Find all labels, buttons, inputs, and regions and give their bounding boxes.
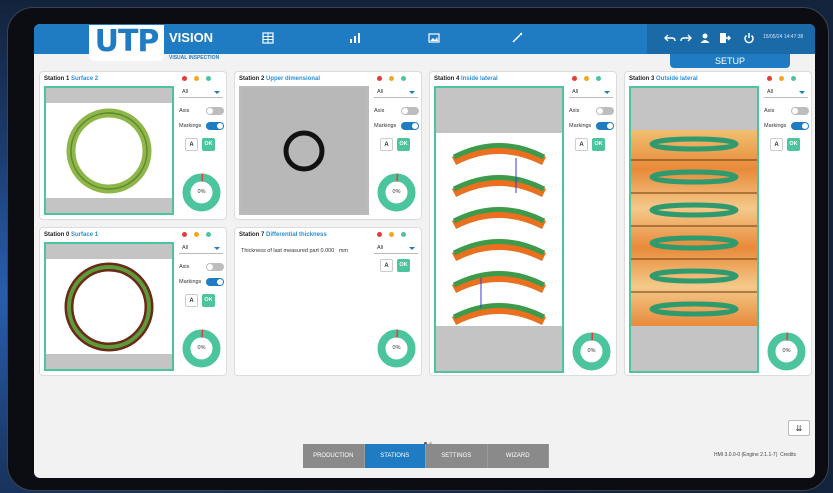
a-button[interactable]: A xyxy=(770,138,783,151)
filter-select[interactable]: All xyxy=(374,87,418,98)
a-button[interactable]: A xyxy=(185,294,198,307)
station-title: Station 4 Inside lateral xyxy=(434,76,498,82)
station-image[interactable] xyxy=(44,86,174,215)
ok-button[interactable]: OK xyxy=(202,294,215,307)
station-image[interactable] xyxy=(434,86,564,373)
chart-icon[interactable] xyxy=(348,32,362,46)
image-icon[interactable] xyxy=(427,32,441,46)
thickness-readout: Thickness of last measured part 0.000 mm xyxy=(241,248,349,254)
ok-button[interactable]: OK xyxy=(397,138,410,151)
filter-select[interactable]: All xyxy=(179,87,223,98)
user-icon[interactable] xyxy=(698,32,712,46)
progress-donut: 0% xyxy=(181,328,222,369)
station-card-4: Station 4 Inside lateral All Axis Markin… xyxy=(429,71,617,376)
a-button[interactable]: A xyxy=(380,138,393,151)
status-dots xyxy=(182,76,218,82)
status-dots xyxy=(572,76,608,82)
axis-label: Axis xyxy=(569,108,580,114)
filter-select[interactable]: All xyxy=(569,87,613,98)
a-button[interactable]: A xyxy=(380,259,393,272)
logo-mark: UTP xyxy=(89,25,164,61)
a-button[interactable]: A xyxy=(185,138,198,151)
ok-button[interactable]: OK xyxy=(202,138,215,151)
station-card-0: Station 0 Surface 1 All Axis Markings A … xyxy=(39,227,227,376)
logo-brand: VISION xyxy=(169,30,214,45)
markings-toggle[interactable] xyxy=(596,122,614,130)
status-dots xyxy=(182,232,218,238)
tab-wizard[interactable]: WIZARD xyxy=(487,444,549,468)
datetime: 15/05/24 14:47:38 xyxy=(763,34,804,40)
markings-label: Markings xyxy=(179,279,202,285)
axis-toggle[interactable] xyxy=(206,107,224,115)
progress-donut: 0% xyxy=(766,331,807,372)
axis-label: Axis xyxy=(764,108,775,114)
markings-label: Markings xyxy=(374,123,397,129)
station-title: Station 7 Differential thickness xyxy=(239,232,327,238)
station-card-7: Station 7 Differential thickness Thickne… xyxy=(234,227,422,376)
markings-label: Markings xyxy=(569,123,592,129)
logo-subtitle: VISUAL INSPECTION xyxy=(169,55,220,61)
axis-label: Axis xyxy=(179,264,190,270)
filter-select[interactable]: All xyxy=(374,243,418,254)
status-dots xyxy=(377,232,413,238)
markings-toggle[interactable] xyxy=(791,122,809,130)
wand-icon[interactable] xyxy=(510,32,524,46)
station-image[interactable] xyxy=(44,242,174,371)
progress-donut: 0% xyxy=(181,172,222,213)
station-image[interactable] xyxy=(239,86,369,215)
filter-select[interactable]: All xyxy=(764,87,808,98)
logo: UTP VISION VISUAL INSPECTION xyxy=(89,25,219,61)
axis-toggle[interactable] xyxy=(401,107,419,115)
bottom-tabs: PRODUCTION STATIONS SETTINGS WIZARD xyxy=(303,444,549,468)
ok-button[interactable]: OK xyxy=(397,259,410,272)
axis-label: Axis xyxy=(179,108,190,114)
markings-toggle[interactable] xyxy=(206,278,224,286)
setup-label[interactable]: SETUP xyxy=(670,54,790,68)
markings-toggle[interactable] xyxy=(401,122,419,130)
axis-toggle[interactable] xyxy=(206,263,224,271)
station-title: Station 3 Outside lateral xyxy=(629,76,698,82)
table-icon[interactable] xyxy=(261,32,275,46)
tab-stations[interactable]: STATIONS xyxy=(364,444,426,468)
station-title: Station 1 Surface 2 xyxy=(44,76,99,82)
station-card-2: Station 2 Upper dimensional All Axis Mar… xyxy=(234,71,422,220)
axis-label: Axis xyxy=(374,108,385,114)
tab-production[interactable]: PRODUCTION xyxy=(303,444,365,468)
markings-label: Markings xyxy=(764,123,787,129)
progress-donut: 0% xyxy=(571,331,612,372)
station-image[interactable] xyxy=(629,86,759,373)
tab-settings[interactable]: SETTINGS xyxy=(426,444,488,468)
credits-link[interactable]: Credits xyxy=(780,452,796,458)
ok-button[interactable]: OK xyxy=(592,138,605,151)
redo-icon[interactable] xyxy=(679,32,693,46)
undo-icon[interactable] xyxy=(663,32,677,46)
logout-icon[interactable] xyxy=(718,32,732,46)
markings-toggle[interactable] xyxy=(206,122,224,130)
ok-button[interactable]: OK xyxy=(787,138,800,151)
axis-toggle[interactable] xyxy=(596,107,614,115)
progress-donut: 0% xyxy=(376,172,417,213)
station-title: Station 2 Upper dimensional xyxy=(239,76,321,82)
power-icon[interactable] xyxy=(742,32,756,46)
filter-select[interactable]: All xyxy=(179,243,223,254)
status-dots xyxy=(377,76,413,82)
station-card-3: Station 3 Outside lateral All Axis Marki… xyxy=(624,71,812,376)
screen: 15/05/24 14:47:38 UTP VISION VISUAL INSP… xyxy=(34,24,815,478)
axis-toggle[interactable] xyxy=(791,107,809,115)
status-dots xyxy=(767,76,803,82)
markings-label: Markings xyxy=(179,123,202,129)
progress-donut: 0% xyxy=(376,328,417,369)
sort-button[interactable]: ⇊ xyxy=(788,420,810,436)
station-title: Station 0 Surface 1 xyxy=(44,232,99,238)
station-card-1: Station 1 Surface 2 All Axis Markings A … xyxy=(39,71,227,220)
version-info: HMI 3.0.0-0 (Engine 2.1.1-7) Credits xyxy=(714,452,796,458)
a-button[interactable]: A xyxy=(575,138,588,151)
